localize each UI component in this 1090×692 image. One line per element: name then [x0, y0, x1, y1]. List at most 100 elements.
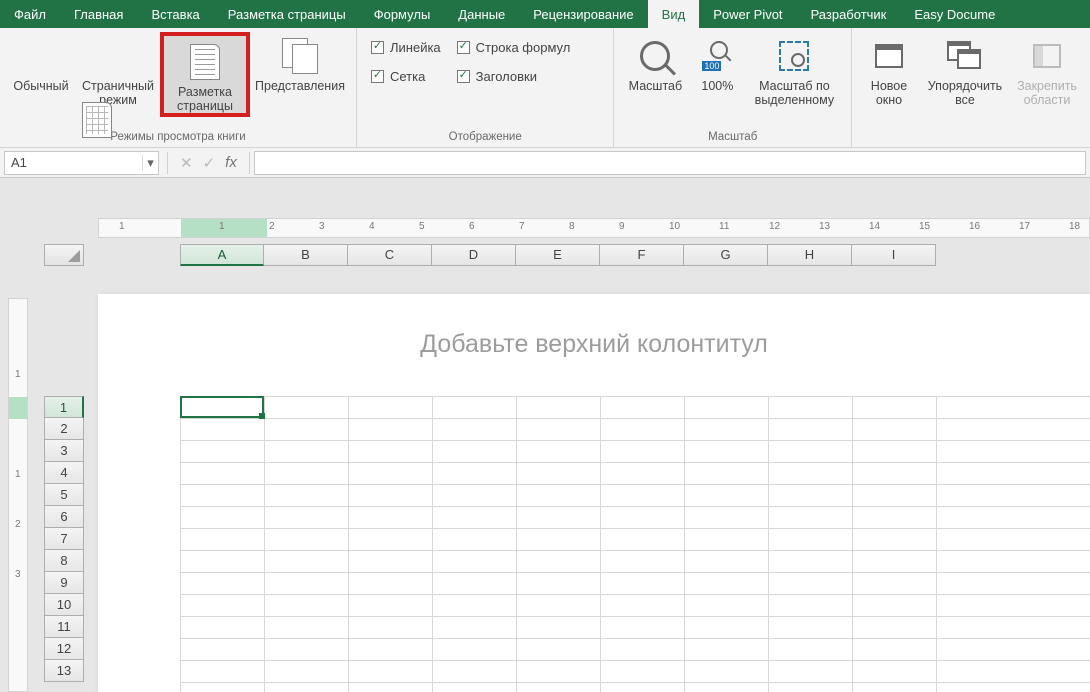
- column-header-G[interactable]: G: [684, 244, 768, 266]
- zoom-selection-button[interactable]: Масштаб по выделенному: [744, 32, 844, 107]
- h-ruler-tick: 1: [219, 221, 225, 232]
- h-ruler-tick: 6: [469, 221, 475, 232]
- cell-grid[interactable]: [180, 396, 1090, 692]
- page-layout-icon: [190, 44, 220, 80]
- h-ruler-tick: 1: [119, 221, 125, 232]
- gridlines-label: Сетка: [390, 69, 425, 84]
- page-layout-label: Разметка страницы: [166, 85, 244, 113]
- zoom-group-label: Масштаб: [614, 129, 851, 147]
- headings-checkbox[interactable]: Заголовки: [457, 69, 571, 84]
- vertical-ruler[interactable]: 1123: [8, 298, 28, 692]
- normal-view-label: Обычный: [13, 79, 68, 93]
- column-headers: ABCDEFGHI: [44, 244, 936, 266]
- freeze-panes-button[interactable]: Закрепить области: [1010, 32, 1084, 107]
- cancel-icon[interactable]: ✕: [180, 154, 193, 172]
- check-icon: [371, 41, 384, 54]
- column-header-B[interactable]: B: [264, 244, 348, 266]
- tab-file[interactable]: Файл: [0, 0, 60, 28]
- gridlines-checkbox[interactable]: Сетка: [371, 69, 441, 84]
- check-icon: [457, 41, 470, 54]
- formula-bar-checkbox[interactable]: Строка формул: [457, 40, 571, 55]
- column-header-C[interactable]: C: [348, 244, 432, 266]
- h-ruler-tick: 5: [419, 221, 425, 232]
- v-ruler-tick: 2: [15, 519, 21, 530]
- row-header-3[interactable]: 3: [44, 440, 84, 462]
- enter-icon[interactable]: ✓: [203, 154, 216, 172]
- row-header-11[interactable]: 11: [44, 616, 84, 638]
- fx-icon[interactable]: fx: [225, 154, 237, 171]
- window-group-label: [852, 141, 1090, 147]
- h-ruler-tick: 18: [1069, 221, 1080, 232]
- column-header-H[interactable]: H: [768, 244, 852, 266]
- tab-review[interactable]: Рецензирование: [519, 0, 647, 28]
- tab-data[interactable]: Данные: [444, 0, 519, 28]
- h-ruler-tick: 10: [669, 221, 680, 232]
- check-icon: [371, 70, 384, 83]
- column-header-I[interactable]: I: [852, 244, 936, 266]
- formula-bar-label: Строка формул: [476, 40, 571, 55]
- tab-home[interactable]: Главная: [60, 0, 137, 28]
- v-ruler-tick: 1: [15, 369, 21, 380]
- row-header-5[interactable]: 5: [44, 484, 84, 506]
- menu-tab-bar: Файл Главная Вставка Разметка страницы Ф…: [0, 0, 1090, 28]
- select-all-corner[interactable]: [44, 244, 84, 266]
- tab-page-layout[interactable]: Разметка страницы: [214, 0, 360, 28]
- tab-view[interactable]: Вид: [648, 0, 700, 28]
- h-ruler-tick: 11: [719, 221, 729, 232]
- ribbon: Обычный Страничный режим Разметка страни…: [0, 28, 1090, 148]
- row-header-6[interactable]: 6: [44, 506, 84, 528]
- row-header-1[interactable]: 1: [44, 396, 84, 418]
- magnifier-icon: [640, 41, 670, 71]
- h-ruler-tick: 2: [269, 221, 275, 232]
- h-ruler-tick: 7: [519, 221, 525, 232]
- h-ruler-tick: 4: [369, 221, 375, 232]
- row-header-2[interactable]: 2: [44, 418, 84, 440]
- show-group-label: Отображение: [357, 129, 613, 147]
- new-window-button[interactable]: Новое окно: [858, 32, 920, 107]
- new-window-label: Новое окно: [860, 79, 918, 107]
- row-header-4[interactable]: 4: [44, 462, 84, 484]
- zoom-100-label: 100%: [701, 79, 733, 93]
- zoom-selection-label: Масштаб по выделенному: [746, 79, 842, 107]
- horizontal-ruler[interactable]: 112345678910111213141516171819: [98, 218, 1090, 238]
- page-paper: Добавьте верхний колонтитул: [98, 294, 1090, 692]
- zoom-selection-icon: [779, 41, 809, 71]
- ruler-checkbox[interactable]: Линейка: [371, 40, 441, 55]
- page-break-view-button[interactable]: Страничный режим: [76, 32, 160, 107]
- row-header-13[interactable]: 13: [44, 660, 84, 682]
- row-header-8[interactable]: 8: [44, 550, 84, 572]
- row-header-10[interactable]: 10: [44, 594, 84, 616]
- row-header-12[interactable]: 12: [44, 638, 84, 660]
- name-box-dropdown[interactable]: ▾: [142, 155, 158, 171]
- h-ruler-tick: 15: [919, 221, 930, 232]
- row-header-9[interactable]: 9: [44, 572, 84, 594]
- column-header-A[interactable]: A: [180, 244, 264, 266]
- tab-insert[interactable]: Вставка: [137, 0, 213, 28]
- row-header-7[interactable]: 7: [44, 528, 84, 550]
- page-layout-view-button[interactable]: Разметка страницы: [160, 32, 250, 117]
- tab-powerpivot[interactable]: Power Pivot: [699, 0, 796, 28]
- custom-views-button[interactable]: Представления: [250, 32, 350, 93]
- column-header-F[interactable]: F: [600, 244, 684, 266]
- formula-input[interactable]: [254, 151, 1086, 175]
- tab-developer[interactable]: Разработчик: [797, 0, 901, 28]
- tab-easydoc[interactable]: Easy Docume: [900, 0, 1009, 28]
- normal-view-button[interactable]: Обычный: [6, 32, 76, 93]
- header-placeholder[interactable]: Добавьте верхний колонтитул: [98, 294, 1090, 379]
- headings-label: Заголовки: [476, 69, 537, 84]
- tab-formulas[interactable]: Формулы: [360, 0, 445, 28]
- zoom-label: Масштаб: [629, 79, 682, 93]
- custom-views-label: Представления: [255, 79, 345, 93]
- v-ruler-tick: 3: [15, 569, 21, 580]
- row-headers: 12345678910111213: [44, 396, 84, 682]
- h-ruler-tick: 14: [869, 221, 880, 232]
- h-ruler-tick: 12: [769, 221, 780, 232]
- worksheet-area: 112345678910111213141516171819 ABCDEFGHI…: [0, 178, 1090, 692]
- arrange-all-button[interactable]: Упорядочить все: [920, 32, 1010, 107]
- zoom-100-button[interactable]: 100 100%: [690, 32, 744, 93]
- name-box[interactable]: A1 ▾: [4, 151, 159, 175]
- zoom-button[interactable]: Масштаб: [620, 32, 690, 93]
- column-header-E[interactable]: E: [516, 244, 600, 266]
- column-header-D[interactable]: D: [432, 244, 516, 266]
- formula-bar-row: A1 ▾ ✕ ✓ fx: [0, 148, 1090, 178]
